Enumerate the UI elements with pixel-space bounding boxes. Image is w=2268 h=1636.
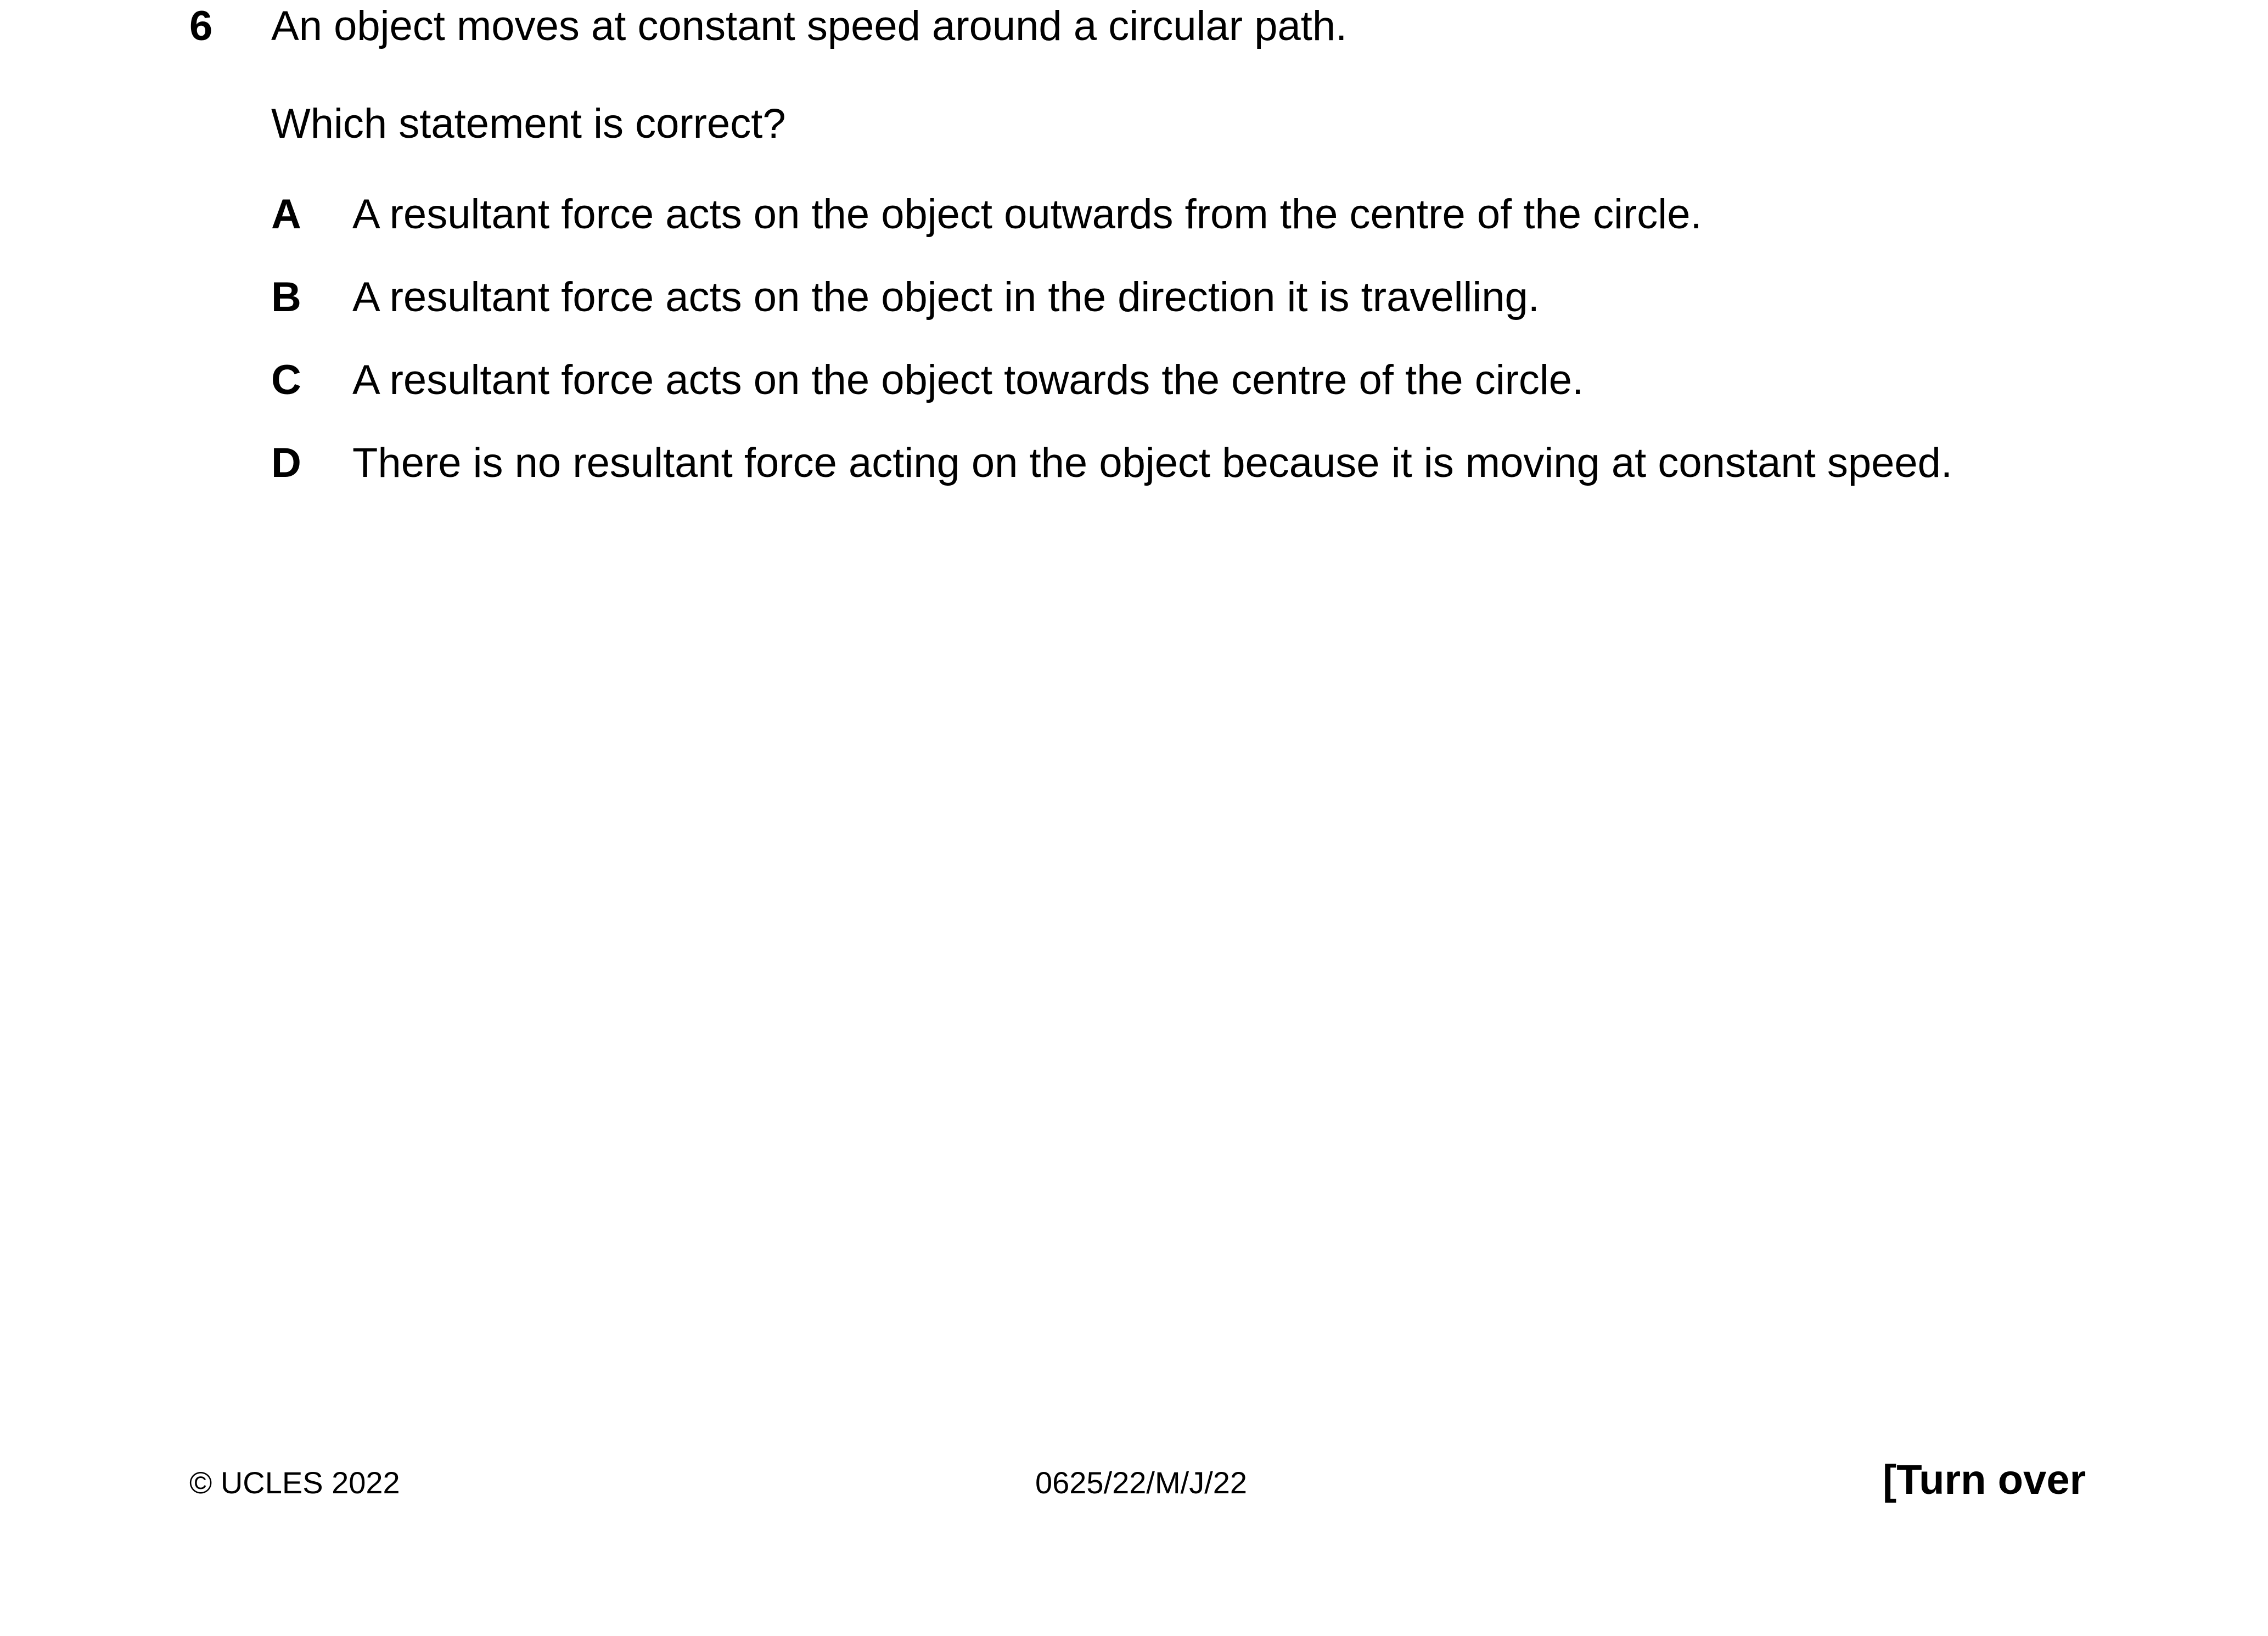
- option-text: A resultant force acts on the object in …: [352, 274, 1540, 321]
- option-text: A resultant force acts on the object out…: [352, 191, 1702, 238]
- option-text: There is no resultant force acting on th…: [352, 440, 1953, 486]
- footer-paper-code: 0625/22/M/J/22: [1035, 1465, 1248, 1500]
- option-letter: C: [271, 357, 301, 403]
- footer-copyright: © UCLES 2022: [189, 1465, 400, 1500]
- option-letter: D: [271, 440, 301, 486]
- exam-page: 6 An object moves at constant speed arou…: [0, 0, 2268, 1636]
- question-stem: An object moves at constant speed around…: [271, 3, 1348, 49]
- question-prompt: Which statement is correct?: [271, 100, 786, 147]
- option-letter: B: [271, 274, 301, 321]
- footer-turn-over: [Turn over: [1883, 1457, 2086, 1503]
- question-number: 6: [189, 3, 213, 49]
- option-text: A resultant force acts on the object tow…: [352, 357, 1584, 403]
- option-letter: A: [271, 191, 301, 238]
